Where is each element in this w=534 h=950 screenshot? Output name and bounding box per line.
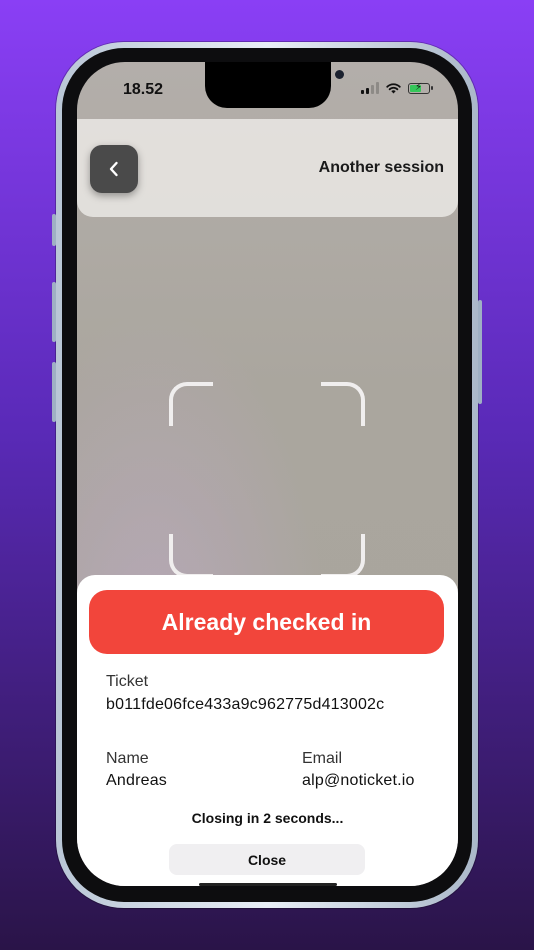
ticket-label: Ticket — [106, 673, 149, 690]
action-button — [52, 214, 56, 246]
email-label: Email — [302, 750, 343, 767]
scan-corner-top-right — [321, 382, 365, 426]
status-banner: Already checked in — [89, 590, 444, 654]
front-camera — [335, 70, 344, 79]
name-label: Name — [106, 750, 149, 767]
email-value: alp@noticket.io — [302, 772, 415, 789]
ticket-value: b011fde06fce433a9c962775d413002c — [106, 696, 385, 713]
volume-down-button — [52, 362, 56, 422]
close-button[interactable]: Close — [169, 844, 365, 875]
dynamic-notch — [205, 62, 344, 108]
session-header: Another session — [77, 119, 458, 217]
scan-corner-top-left — [169, 382, 213, 426]
home-indicator — [199, 883, 337, 886]
power-button — [478, 300, 482, 404]
scan-corner-bottom-right — [321, 534, 365, 578]
name-value: Andreas — [106, 772, 167, 789]
session-title: Another session — [318, 159, 444, 176]
status-time: 18.52 — [123, 81, 164, 98]
app-screen: 18.52 ⚡ Another session Already checked … — [77, 62, 458, 886]
back-button[interactable] — [90, 145, 138, 193]
closing-countdown: Closing in 2 seconds... — [191, 810, 344, 826]
status-icons: ⚡ — [361, 82, 433, 94]
qr-scan-frame-icon — [169, 382, 365, 578]
wifi-icon — [386, 83, 401, 94]
cellular-signal-icon — [361, 82, 379, 94]
volume-up-button — [52, 282, 56, 342]
chevron-left-icon — [109, 161, 118, 177]
check-in-result-sheet: Already checked in Ticket b011fde06fce43… — [77, 575, 458, 886]
scan-corner-bottom-left — [169, 534, 213, 578]
battery-charging-icon: ⚡ — [408, 82, 433, 94]
